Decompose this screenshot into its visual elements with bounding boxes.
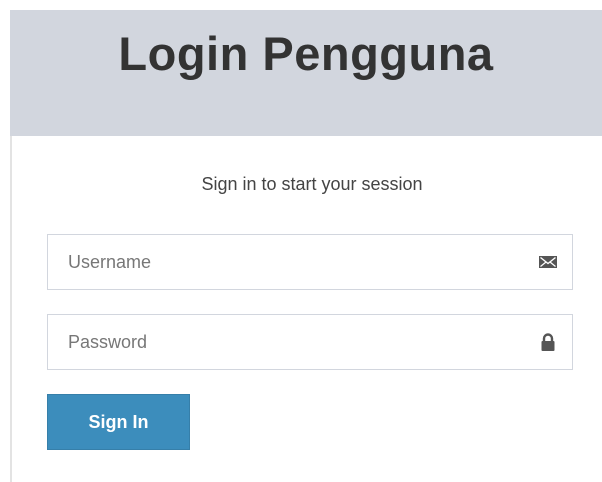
password-field-group <box>47 314 573 370</box>
sign-in-button[interactable]: Sign In <box>47 394 190 450</box>
login-box: Sign in to start your session Sign In <box>10 136 602 482</box>
password-input[interactable] <box>48 315 572 369</box>
login-page: Login Pengguna Sign in to start your ses… <box>0 0 602 482</box>
envelope-icon <box>538 252 558 272</box>
username-input[interactable] <box>48 235 572 289</box>
lock-icon <box>538 332 558 352</box>
login-box-message: Sign in to start your session <box>201 174 423 194</box>
username-field-group <box>47 234 573 290</box>
page-title: Login Pengguna <box>118 27 494 80</box>
